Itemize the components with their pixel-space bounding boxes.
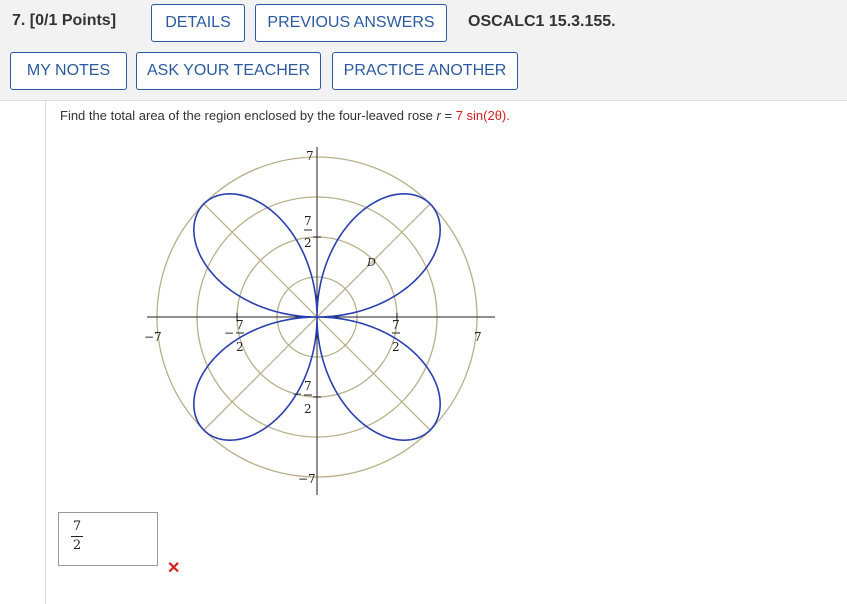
y-neg-half-den: 2 [304,402,312,416]
x-neg-half-sign: − [224,326,234,340]
points-text: [0/1 Points] [29,12,117,29]
question-number: 7. [0/1 Points] [12,12,116,30]
y-neg-half-num: 7 [304,379,312,393]
problem-code: OSCALC1 15.3.155. [468,13,616,30]
details-button[interactable]: DETAILS [151,4,245,42]
x-neg-half-num: 7 [236,318,244,332]
question-text: Find the total area of the region enclos… [60,108,510,123]
wrong-x-icon: ✕ [167,560,181,577]
ask-your-teacher-button[interactable]: ASK YOUR TEACHER [136,52,321,90]
x-pos-half-den: 2 [392,340,400,354]
label-right: 7 [474,330,482,344]
label-bottom: −7 [298,472,316,486]
practice-another-button[interactable]: PRACTICE ANOTHER [332,52,518,90]
polar-rose-plot: 7 −7 −7 7 D 7 2 7 2 − 7 2 − 7 2 [144,147,495,495]
answer-numerator: 7 [72,519,82,534]
y-neg-half-sign: − [292,387,302,401]
y-pos-half-num: 7 [304,214,312,228]
previous-answers-button[interactable]: PREVIOUS ANSWERS [255,4,447,42]
label-left: −7 [144,330,162,344]
rose-expression: 7 sin(2θ). [455,108,510,123]
answer-denominator: 2 [72,538,82,553]
label-y-pos-half: 7 2 [304,214,312,250]
y-pos-half-den: 2 [304,236,312,250]
my-notes-button[interactable]: MY NOTES [10,52,127,90]
equals-sign: = [440,108,456,123]
x-pos-half-num: 7 [392,318,400,332]
question-number-text: 7. [12,12,26,29]
label-x-pos-half: 7 2 [392,318,400,354]
region-d-label: D [366,256,376,269]
answer-input[interactable]: 7 2 [58,512,158,566]
x-neg-half-den: 2 [236,340,244,354]
fraction-bar [71,536,83,537]
question-header: 7. [0/1 Points] DETAILS PREVIOUS ANSWERS… [0,0,847,101]
label-x-neg-half: 7 2 − [224,318,244,354]
question-prompt: Find the total area of the region enclos… [60,108,437,123]
label-top: 7 [306,149,314,163]
answer-fraction: 7 2 [71,519,83,554]
